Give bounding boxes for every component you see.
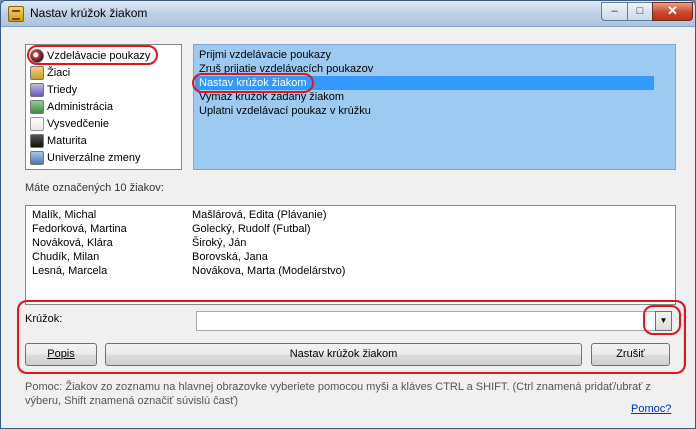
list-item[interactable]: Lesná, Marcela Novákova, Marta (Modelárs… [32,265,662,279]
students-icon [30,66,44,80]
sidebar-item-label: Vzdelávacie poukazy [47,50,151,62]
student-activity: Mašlárová, Edita (Plávanie) [192,209,327,221]
action-item-prijmi[interactable]: Prijmi vzdelávacie poukazy [199,48,331,62]
action-item-nastav-kruzok[interactable]: Nastav krúžok žiakom [195,76,654,90]
student-activity: Široký, Ján [192,237,247,249]
sidebar-item-administracia[interactable]: Administrácia [30,99,113,115]
sidebar-item-label: Triedy [47,84,78,96]
sidebar-item-univerzalne-zmeny[interactable]: Univerzálne zmeny [30,150,141,166]
classes-icon [30,83,44,97]
action-item-vymaz-kruzok[interactable]: Vymaž krúžok zadaný žiakom [199,90,344,104]
sidebar-item-vysvedcenie[interactable]: Vysvedčenie [30,116,109,132]
sidebar-item-vzdelavacie-poukazy[interactable]: Vzdelávacie poukazy [30,48,150,64]
help-text: Pomoc: Žiakov zo zoznamu na hlavnej obra… [25,381,651,407]
category-list[interactable]: Vzdelávacie poukazy Žiaci Triedy Adminis… [25,44,182,170]
cancel-button-label: Zrušiť [616,348,645,360]
popis-button-label: Popis [47,348,75,360]
global-changes-icon [30,151,44,165]
sidebar-item-label: Žiaci [47,67,71,79]
badge-icon [30,49,44,63]
student-activity: Novákova, Marta (Modelárstvo) [192,265,346,277]
graduation-icon [30,134,44,148]
action-list[interactable]: Prijmi vzdelávacie poukazy Zruš prijatie… [193,44,676,170]
minimize-button[interactable]: – [601,2,628,21]
chevron-down-icon[interactable]: ▼ [655,311,672,331]
help-link[interactable]: Pomoc? [631,403,671,415]
student-activity: Golecký, Rudolf (Futbal) [192,223,311,235]
list-item[interactable]: Nováková, Klára Široký, Ján [32,237,662,251]
student-name: Lesná, Marcela [32,265,108,277]
action-item-zrus-prijatie[interactable]: Zruš prijatie vzdelávacích poukazov [199,62,373,76]
student-name: Nováková, Klára [32,237,113,249]
dialog-body: Vzdelávacie poukazy Žiaci Triedy Adminis… [7,32,690,424]
app-icon [8,6,24,22]
close-button[interactable]: ✕ [652,2,693,21]
student-activity: Borovská, Jana [192,251,268,263]
window-title: Nastav krúžok žiakom [30,6,148,20]
kruzok-combobox[interactable] [196,311,670,331]
kruzok-label: Krúžok: [25,313,63,325]
sidebar-item-triedy[interactable]: Triedy [30,82,77,98]
cancel-button[interactable]: Zrušiť [591,343,670,366]
sidebar-item-label: Vysvedčenie [47,118,109,130]
maximize-button[interactable]: □ [627,2,653,21]
title-bar[interactable]: Nastav krúžok žiakom – □ ✕ [1,1,695,27]
action-item-uplatni-poukaz[interactable]: Uplatni vzdelávací poukaz v krúžku [199,104,371,118]
dialog-window: Nastav krúžok žiakom – □ ✕ Vzdelávacie p… [0,0,696,429]
popis-button[interactable]: Popis [25,343,97,366]
sidebar-item-label: Univerzálne zmeny [47,152,141,164]
student-list[interactable]: Malík, Michal Mašlárová, Edita (Plávanie… [25,205,676,305]
certificate-icon [30,117,44,131]
set-kruzok-button[interactable]: Nastav krúžok žiakom [105,343,582,366]
admin-icon [30,100,44,114]
student-name: Fedorková, Martina [32,223,127,235]
list-item[interactable]: Chudík, Milan Borovská, Jana [32,251,662,265]
sidebar-item-maturita[interactable]: Maturita [30,133,87,149]
sidebar-item-ziaci[interactable]: Žiaci [30,65,70,81]
sidebar-item-label: Administrácia [47,101,114,113]
selected-count-label: Máte označených 10 žiakov: [25,182,164,194]
student-name: Malík, Michal [32,209,97,221]
sidebar-item-label: Maturita [47,135,87,147]
list-item[interactable]: Malík, Michal Mašlárová, Edita (Plávanie… [32,209,662,223]
list-item[interactable]: Fedorková, Martina Golecký, Rudolf (Futb… [32,223,662,237]
student-name: Chudík, Milan [32,251,100,263]
